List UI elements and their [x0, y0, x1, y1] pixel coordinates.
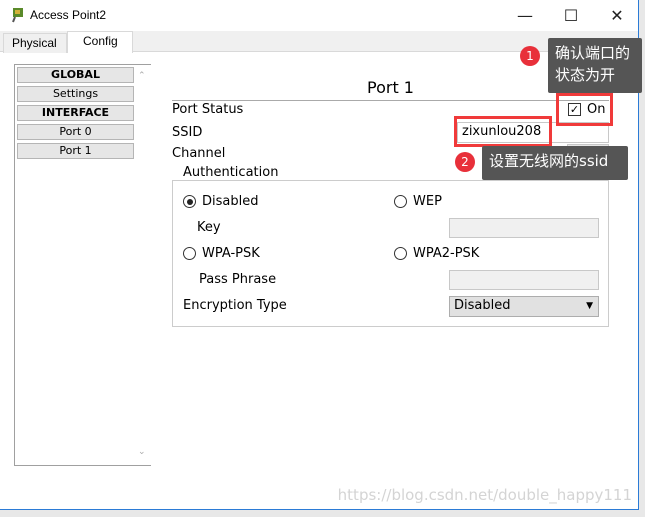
close-icon[interactable]: ✕: [597, 4, 637, 28]
key-label: Key: [197, 220, 221, 235]
scroll-up-icon[interactable]: ⌃: [138, 71, 146, 81]
tab-bar: Physical Config: [0, 31, 638, 53]
radio-wpa2-psk[interactable]: [394, 247, 407, 260]
window-title: Access Point2: [30, 8, 107, 22]
ssid-label: SSID: [172, 125, 203, 140]
highlight-ssid: [454, 116, 552, 147]
sidebar-item-settings[interactable]: Settings: [17, 86, 134, 102]
encryption-type-value: Disabled: [454, 298, 511, 313]
encryption-type-select[interactable]: Disabled ▼: [449, 296, 599, 317]
sidebar-item-global[interactable]: GLOBAL: [17, 67, 134, 83]
radio-wep-label: WEP: [413, 194, 442, 209]
sidebar-list: GLOBAL Settings INTERFACE Port 0 Port 1 …: [14, 64, 151, 466]
divider: [172, 100, 609, 101]
pass-phrase-input[interactable]: [449, 270, 599, 290]
sidebar-item-port-1[interactable]: Port 1: [17, 143, 134, 159]
tab-physical[interactable]: Physical: [3, 33, 67, 53]
sidebar-item-interface[interactable]: INTERFACE: [17, 105, 134, 121]
tab-config[interactable]: Config: [67, 31, 133, 53]
radio-wpa2-psk-label: WPA2-PSK: [413, 246, 480, 261]
annotation-callout-2: 设置无线网的ssid: [482, 146, 628, 180]
minimize-icon[interactable]: —: [505, 4, 545, 28]
callout-1-line-2: 状态为开: [555, 66, 616, 84]
sidebar-item-port-0[interactable]: Port 0: [17, 124, 134, 140]
page-title: Port 1: [367, 78, 414, 97]
encryption-type-label: Encryption Type: [183, 298, 287, 313]
radio-wep[interactable]: [394, 195, 407, 208]
highlight-port-status: [556, 93, 613, 126]
port-status-label: Port Status: [172, 102, 244, 117]
key-input[interactable]: [449, 218, 599, 238]
callout-1-line-1: 确认端口的: [555, 44, 631, 62]
access-point-window: Access Point2 — ☐ ✕ Physical Config GLOB…: [0, 0, 639, 510]
annotation-callout-1: 确认端口的 状态为开: [548, 38, 642, 93]
annotation-badge-2: 2: [455, 152, 475, 172]
title-bar: Access Point2 — ☐ ✕: [0, 0, 638, 31]
radio-disabled[interactable]: [183, 195, 196, 208]
authentication-legend: Authentication: [180, 165, 282, 180]
access-point-icon: [12, 8, 23, 23]
channel-label: Channel: [172, 146, 226, 161]
pass-phrase-label: Pass Phrase: [199, 272, 277, 287]
maximize-icon[interactable]: ☐: [551, 4, 591, 28]
watermark: https://blog.csdn.net/double_happy111: [337, 486, 632, 504]
chevron-down-icon: ▼: [586, 301, 593, 311]
radio-wpa-psk-label: WPA-PSK: [202, 246, 260, 261]
radio-wpa-psk[interactable]: [183, 247, 196, 260]
annotation-badge-1: 1: [520, 46, 540, 66]
radio-disabled-label: Disabled: [202, 194, 259, 209]
scrollbar[interactable]: ⌃ ⌄: [135, 65, 151, 465]
scroll-down-icon[interactable]: ⌄: [138, 447, 146, 457]
